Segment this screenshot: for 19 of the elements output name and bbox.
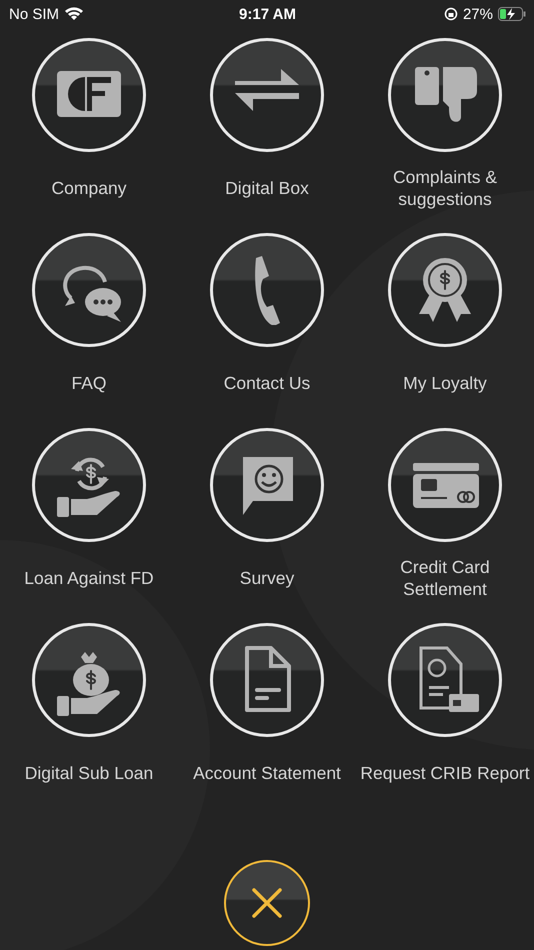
clock-text: 9:17 AM [239, 6, 296, 22]
battery-percent: 27% [462, 6, 493, 22]
wifi-icon [64, 7, 84, 21]
tile-label: Complaints & suggestions [392, 166, 498, 210]
carrier-text: No SIM [9, 6, 60, 22]
tile-label: Loan Against FD [24, 567, 154, 590]
tile-label: Digital Sub Loan [24, 762, 154, 785]
tile-label: Credit Card Settlement [399, 556, 491, 600]
tile-label: Account Statement [193, 762, 341, 785]
tile-label: Survey [240, 567, 294, 590]
tile-label: Contact Us [224, 372, 310, 395]
battery-charging-icon [498, 7, 526, 21]
close-icon [251, 887, 283, 919]
tile-label: Company [52, 177, 126, 200]
tile-label: My Loyalty [403, 372, 487, 395]
tile-label: Request CRIB Report [360, 762, 530, 785]
tile-label: FAQ [71, 372, 106, 395]
rotation-lock-icon [444, 7, 458, 21]
tile-label: Digital Box [225, 177, 309, 200]
